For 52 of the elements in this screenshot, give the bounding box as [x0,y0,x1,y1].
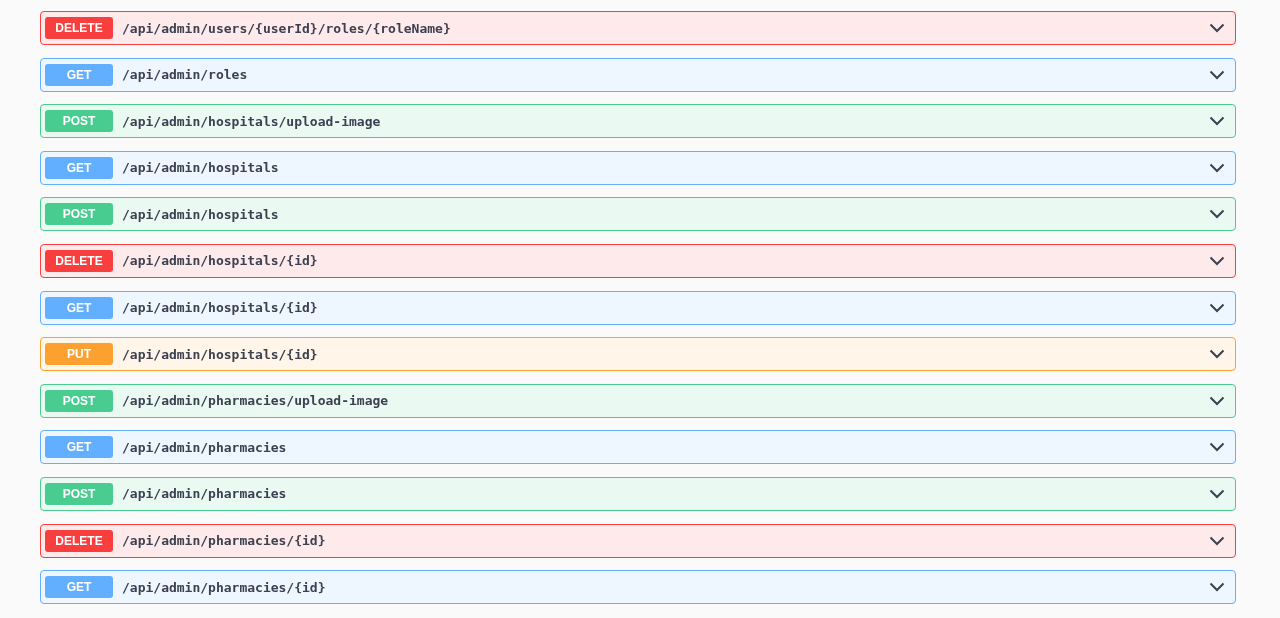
endpoint-path: /api/admin/pharmacies [122,439,288,455]
endpoint-path: /api/admin/hospitals/{id} [122,253,319,269]
endpoint-row[interactable]: POST /api/admin/hospitals [40,197,1236,232]
endpoint-row[interactable]: PUT /api/admin/hospitals/{id} [40,337,1236,372]
endpoint-row[interactable]: GET /api/admin/pharmacies [40,430,1236,465]
chevron-down-icon[interactable] [1209,488,1225,499]
method-badge: GET [45,576,113,599]
endpoint-row[interactable]: DELETE /api/admin/users/{userId}/roles/{roleName} [40,11,1236,45]
chevron-down-icon[interactable] [1209,349,1225,360]
method-badge: POST [45,110,113,133]
endpoint-row[interactable]: GET /api/admin/roles [40,57,1236,92]
chevron-down-icon[interactable] [1209,302,1225,313]
method-badge: DELETE [45,529,113,552]
endpoint-path: /api/admin/hospitals/{id} [122,346,319,362]
endpoint-path: /api/admin/hospitals/upload-image [122,113,382,129]
chevron-down-icon[interactable] [1209,116,1225,127]
chevron-down-icon[interactable] [1209,442,1225,453]
endpoint-path: /api/admin/pharmacies [122,486,288,502]
method-badge: POST [45,482,113,505]
chevron-down-icon[interactable] [1209,23,1225,33]
endpoint-path: /api/admin/roles [122,67,249,83]
endpoint-row[interactable]: DELETE /api/admin/pharmacies/{id} [40,523,1236,558]
endpoint-path: /api/admin/hospitals/{id} [122,300,319,316]
endpoint-row[interactable]: GET /api/admin/hospitals [40,150,1236,185]
endpoint-path: /api/admin/pharmacies/{id} [122,579,327,595]
endpoint-row[interactable]: GET /api/admin/hospitals/{id} [40,290,1236,325]
method-badge: POST [45,203,113,226]
chevron-down-icon[interactable] [1209,395,1225,406]
endpoint-path: /api/admin/pharmacies/{id} [122,533,327,549]
chevron-down-icon[interactable] [1209,69,1225,80]
method-badge: GET [45,63,113,86]
chevron-down-icon[interactable] [1209,255,1225,266]
chevron-down-icon[interactable] [1209,162,1225,173]
endpoint-row[interactable]: POST /api/admin/pharmacies [40,476,1236,511]
chevron-down-icon[interactable] [1209,535,1225,546]
method-badge: POST [45,389,113,412]
method-badge: DELETE [45,249,113,272]
endpoint-path: /api/admin/pharmacies/upload-image [122,393,390,409]
endpoint-row[interactable]: POST /api/admin/hospitals/upload-image [40,104,1236,139]
method-badge: PUT [45,343,113,366]
chevron-down-icon[interactable] [1209,209,1225,220]
method-badge: DELETE [45,17,113,39]
chevron-down-icon[interactable] [1209,582,1225,593]
endpoint-path: /api/admin/hospitals [122,206,280,222]
endpoint-row[interactable]: GET /api/admin/pharmacies/{id} [40,570,1236,605]
endpoint-path: /api/admin/users/{userId}/roles/{roleName} [122,20,452,36]
method-badge: GET [45,296,113,319]
method-badge: GET [45,156,113,179]
endpoint-row[interactable]: POST /api/admin/pharmacies/upload-image [40,383,1236,418]
endpoint-row[interactable]: DELETE /api/admin/hospitals/{id} [40,243,1236,278]
method-badge: GET [45,436,113,459]
endpoint-path: /api/admin/hospitals [122,160,280,176]
